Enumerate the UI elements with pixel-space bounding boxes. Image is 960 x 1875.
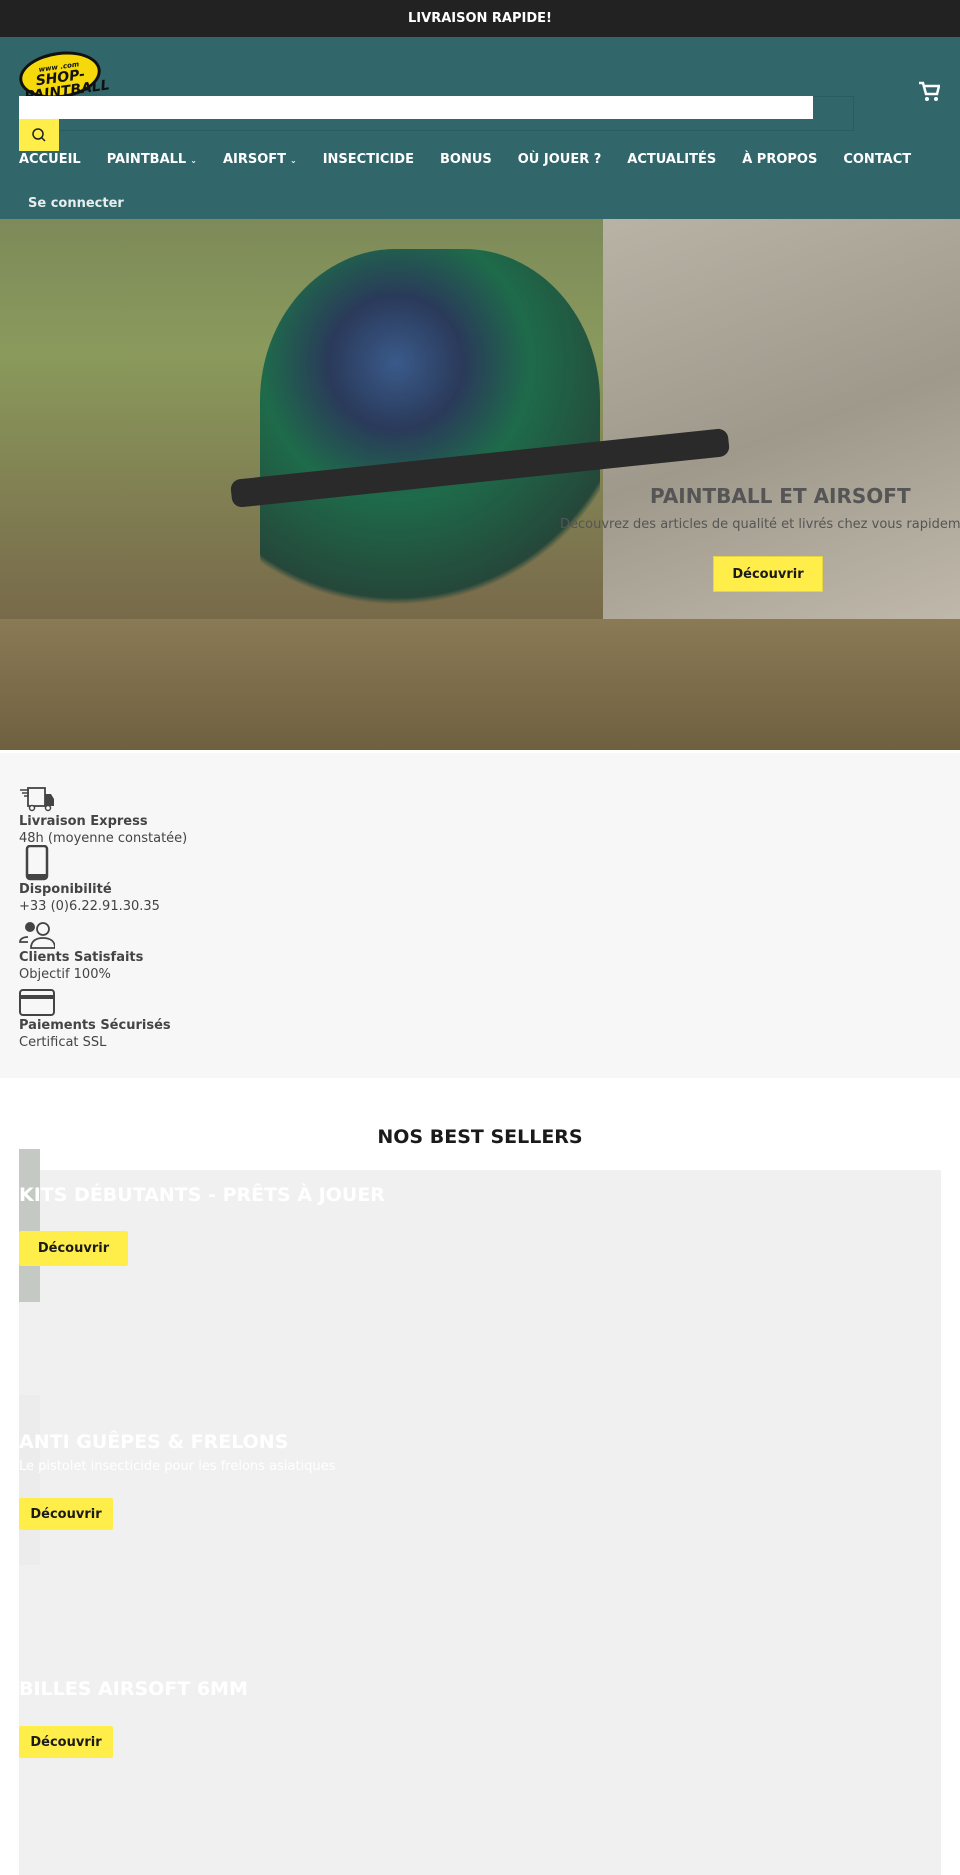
hero-title: PAINTBALL ET AIRSOFT — [650, 484, 911, 508]
bestseller-discover-button[interactable]: Découvrir — [19, 1726, 113, 1758]
nav-label: AIRSOFT — [222, 152, 287, 167]
feature-title: Livraison Express — [19, 814, 148, 829]
features-section: Livraison Express 48h (moyenne constatée)… — [0, 753, 960, 1078]
site-header: www .com SHOP-PAINTBALL ACCUEIL PAINTBALL… — [0, 37, 960, 219]
hero-image-player — [260, 249, 600, 629]
chevron-down-icon: ⌄ — [290, 156, 297, 165]
announcement-bar: LIVRAISON RAPIDE! — [0, 0, 960, 37]
hero-subtitle: Découvrez des articles de qualité et liv… — [560, 517, 960, 532]
logo[interactable]: www .com SHOP-PAINTBALL — [16, 46, 111, 105]
feature-delivery: Livraison Express 48h (moyenne constatée) — [19, 783, 941, 851]
bestseller-discover-button[interactable]: Découvrir — [19, 1231, 128, 1266]
cart-icon — [919, 81, 941, 101]
cart-button[interactable] — [918, 81, 941, 109]
nav-paintball[interactable]: PAINTBALL ⌄ — [107, 152, 197, 167]
hero-banner: PAINTBALL ET AIRSOFT Découvrez des artic… — [0, 219, 960, 750]
bestsellers-title: NOS BEST SELLERS — [377, 1126, 583, 1148]
nav-airsoft[interactable]: AIRSOFT ⌄ — [223, 152, 297, 167]
bestsellers-panel — [19, 1170, 941, 1875]
slide-thumbnail — [19, 1149, 40, 1302]
login-link[interactable]: Se connecter — [28, 196, 124, 211]
users-icon — [19, 922, 55, 949]
search-icon — [32, 128, 46, 142]
feature-payment: Paiements Sécurisés Certificat SSL — [19, 987, 941, 1055]
feature-clients: Clients Satisfaits Objectif 100% — [19, 919, 941, 987]
nav-actualites[interactable]: ACTUALITÉS — [627, 152, 716, 167]
feature-title: Disponibilité — [19, 882, 112, 897]
bestseller-title: ANTI GUÊPES & FRELONS — [19, 1431, 289, 1453]
slide-thumbnail — [19, 1395, 40, 1565]
feature-availability: Disponibilité +33 (0)6.22.91.30.35 — [19, 845, 941, 919]
nav-label: PAINTBALL — [106, 152, 187, 167]
search-button[interactable] — [19, 119, 59, 151]
bestseller-discover-button[interactable]: Découvrir — [19, 1498, 113, 1530]
truck-icon — [20, 787, 54, 812]
feature-text: +33 (0)6.22.91.30.35 — [19, 899, 160, 914]
hero-discover-button[interactable]: Découvrir — [713, 556, 823, 592]
feature-text: Certificat SSL — [19, 1035, 107, 1050]
feature-text: Objectif 100% — [19, 967, 111, 982]
phone-icon — [25, 845, 49, 881]
feature-title: Paiements Sécurisés — [19, 1018, 171, 1033]
nav-insecticide[interactable]: INSECTICIDE — [323, 152, 414, 167]
nav-bonus[interactable]: BONUS — [440, 152, 492, 167]
nav-ou-jouer[interactable]: OÙ JOUER ? — [518, 152, 602, 167]
feature-title: Clients Satisfaits — [19, 950, 144, 965]
credit-card-icon — [19, 989, 55, 1016]
nav-contact[interactable]: CONTACT — [843, 152, 911, 167]
bestseller-title: KITS DÉBUTANTS - PRÊTS À JOUER — [19, 1184, 385, 1206]
feature-text: 48h (moyenne constatée) — [19, 831, 188, 846]
main-nav: ACCUEIL PAINTBALL ⌄ AIRSOFT ⌄ INSECTICIDE … — [19, 152, 911, 167]
nav-a-propos[interactable]: À PROPOS — [742, 152, 817, 167]
chevron-down-icon: ⌄ — [190, 156, 197, 165]
nav-accueil[interactable]: ACCUEIL — [19, 152, 81, 167]
bestseller-subtitle: Le pistolet insecticide pour les frelons… — [19, 1459, 336, 1474]
hero-image-ground — [0, 619, 960, 750]
search-input[interactable] — [19, 96, 813, 119]
bestseller-title: BILLES AIRSOFT 6MM — [19, 1678, 248, 1700]
